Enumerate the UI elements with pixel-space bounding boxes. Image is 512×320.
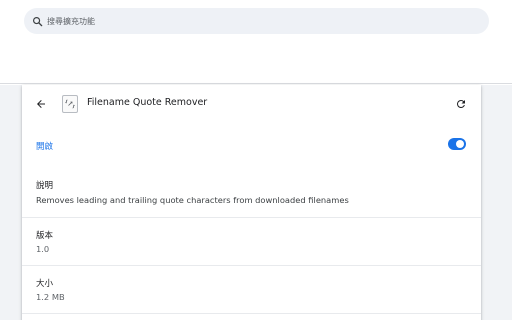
enable-row: 開啟 bbox=[22, 123, 481, 167]
reload-icon bbox=[456, 99, 465, 108]
search-icon bbox=[33, 16, 43, 26]
version-row: 版本 1.0 bbox=[22, 217, 481, 265]
search-input[interactable] bbox=[47, 11, 467, 31]
version-value: 1.0 bbox=[36, 244, 50, 254]
enable-toggle[interactable] bbox=[448, 138, 466, 150]
extension-details-card: Filename Quote Remover 開啟 說明 Removes lea… bbox=[22, 85, 481, 320]
description-row: 說明 Removes leading and trailing quote ch… bbox=[22, 167, 481, 218]
arrow-left-icon bbox=[37, 100, 45, 108]
search-box[interactable] bbox=[24, 8, 489, 34]
extension-logo-icon bbox=[62, 95, 78, 113]
description-label: 說明 bbox=[36, 181, 54, 191]
back-button[interactable] bbox=[33, 96, 49, 112]
size-label: 大小 bbox=[36, 279, 54, 289]
description-value: Removes leading and trailing quote chara… bbox=[36, 195, 349, 205]
next-row-divider bbox=[22, 313, 481, 320]
top-area bbox=[0, 0, 512, 84]
card-header: Filename Quote Remover bbox=[22, 85, 481, 123]
version-label: 版本 bbox=[36, 231, 54, 241]
size-value: 1.2 MB bbox=[36, 292, 65, 302]
extension-name: Filename Quote Remover bbox=[87, 97, 208, 108]
reload-button[interactable] bbox=[454, 97, 468, 111]
toggle-label: 開啟 bbox=[36, 142, 54, 152]
toggle-knob bbox=[456, 140, 464, 148]
size-row: 大小 1.2 MB bbox=[22, 265, 481, 313]
